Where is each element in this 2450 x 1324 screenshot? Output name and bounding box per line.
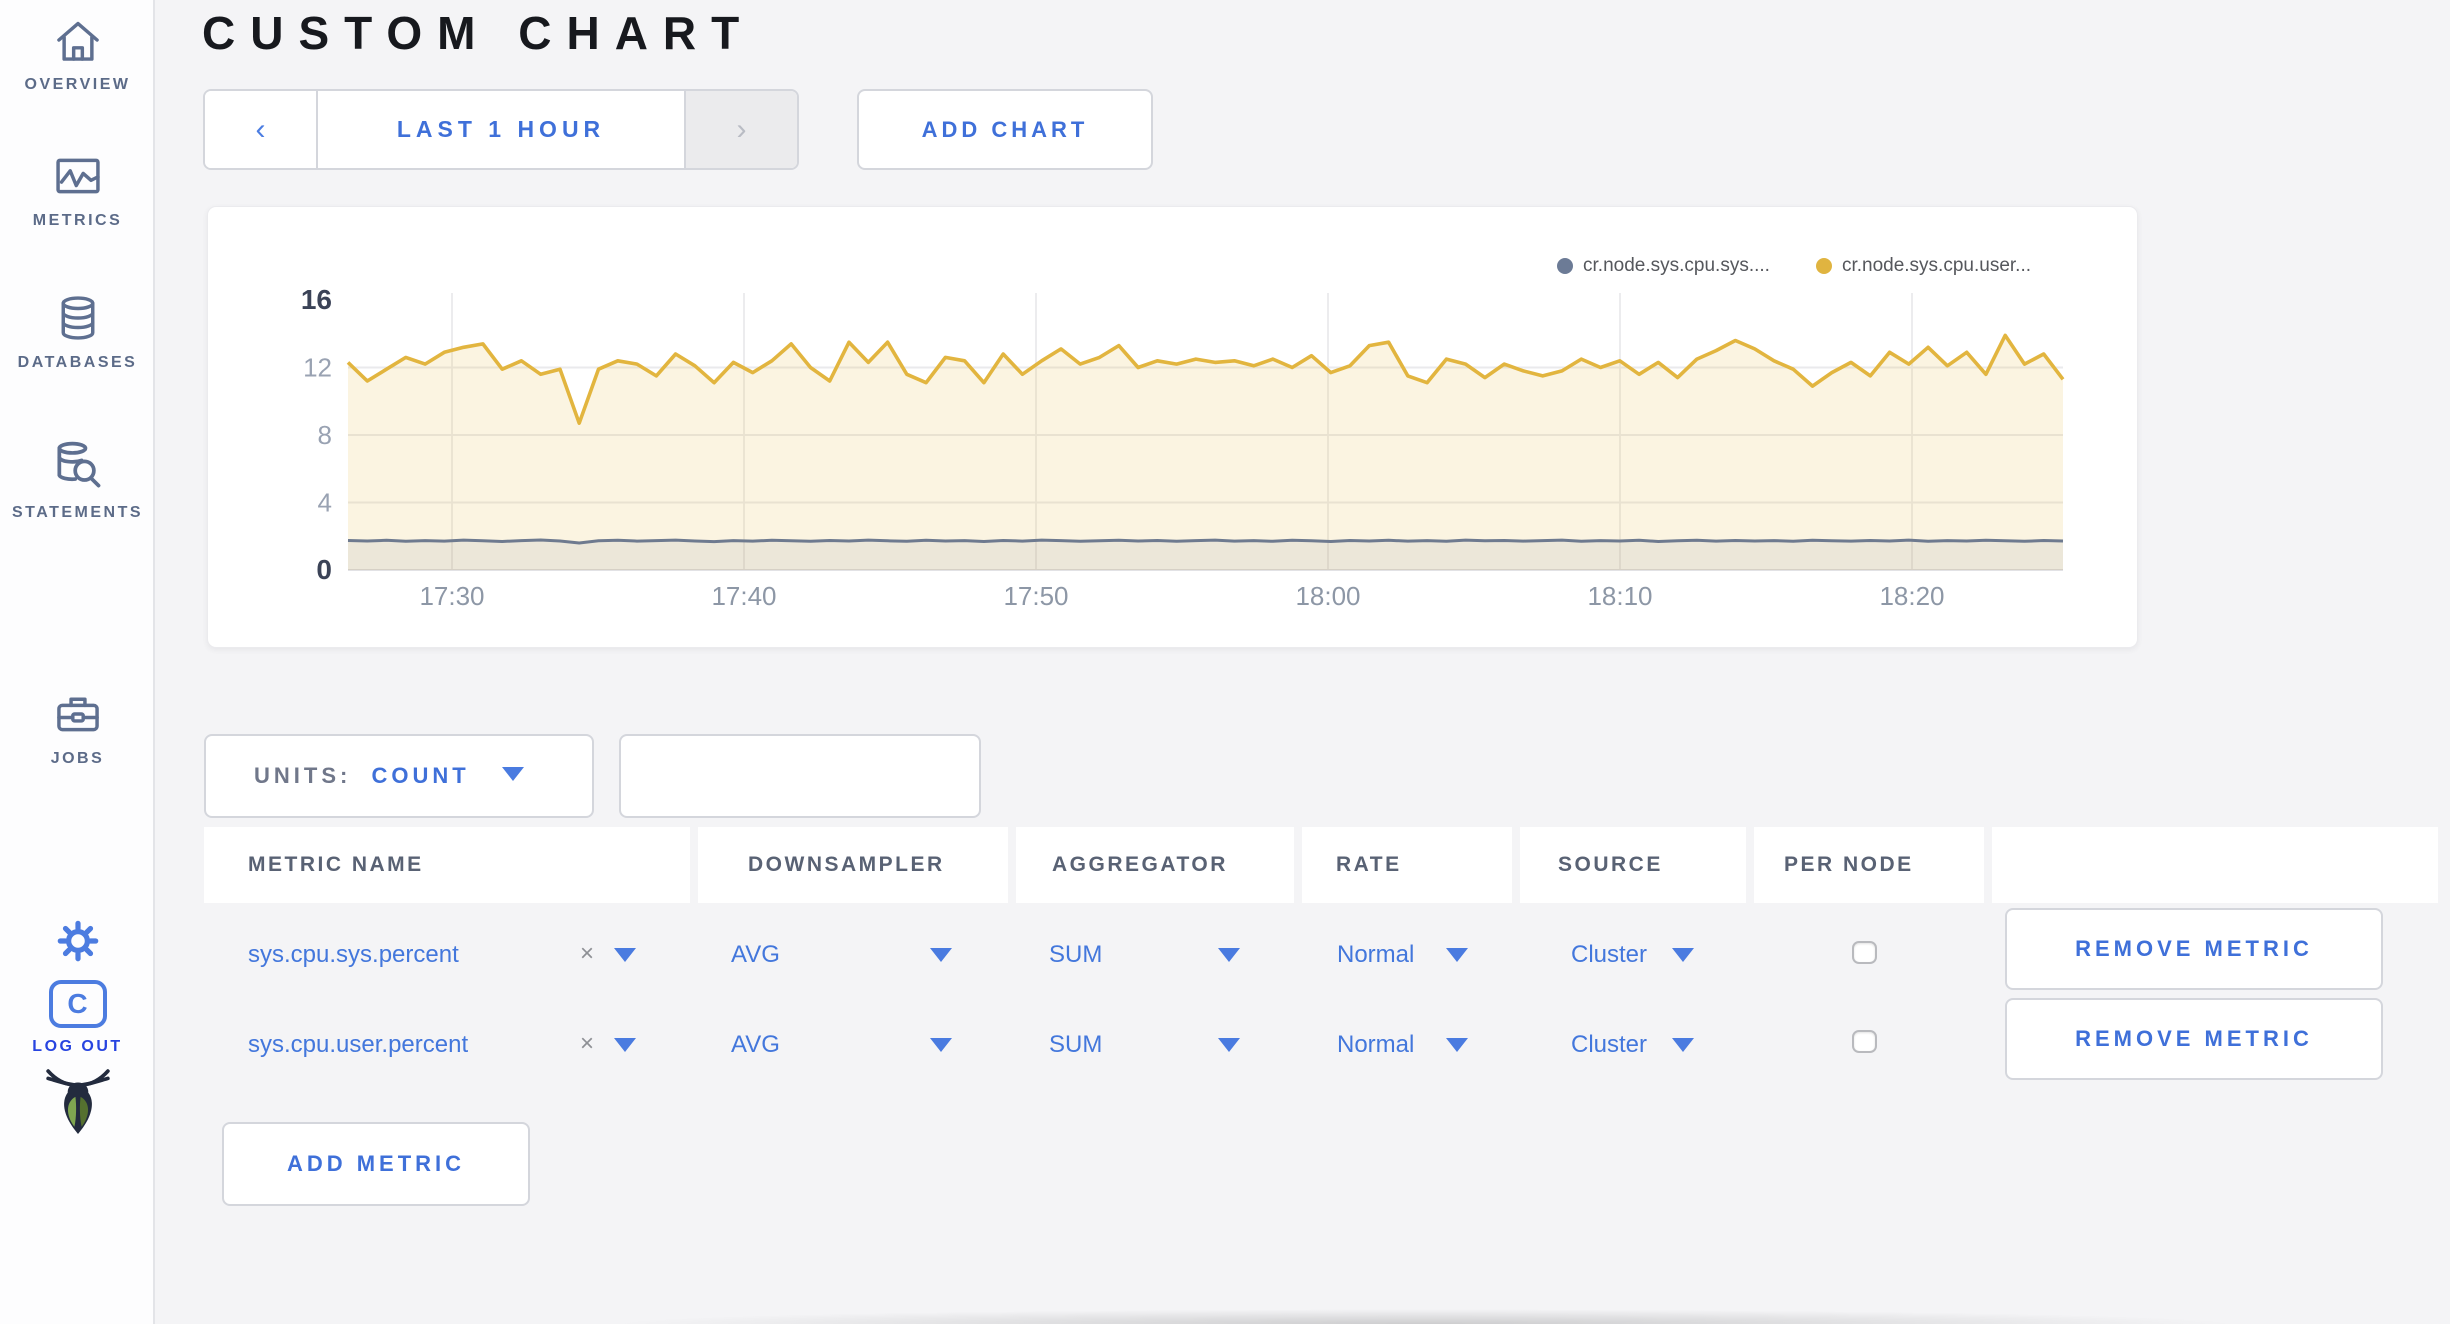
scroll-shadow [400, 1308, 2450, 1324]
units-value: COUNT [371, 763, 470, 788]
time-range-selector: ‹ LAST 1 HOUR › [203, 89, 799, 170]
caret-down-icon[interactable] [930, 948, 952, 962]
column-header-aggregator: AGGREGATOR [1016, 827, 1294, 903]
briefcase-icon [56, 697, 99, 732]
sidebar-item-jobs[interactable]: JOBS [0, 688, 155, 768]
sidebar-item-statements[interactable]: STATEMENTS [0, 438, 155, 522]
caret-down-icon[interactable] [1218, 948, 1240, 962]
per-node-checkbox[interactable] [1852, 1030, 1877, 1053]
svg-text:4: 4 [318, 488, 332, 518]
caret-down-icon[interactable] [614, 948, 636, 962]
page-title: CUSTOM CHART [202, 7, 755, 59]
svg-text:16: 16 [301, 284, 332, 315]
sidebar-item-label: METRICS [32, 212, 123, 229]
column-header-actions [1992, 827, 2438, 903]
svg-text:18:20: 18:20 [1879, 581, 1944, 611]
per-node-checkbox[interactable] [1852, 941, 1877, 964]
svg-text:18:10: 18:10 [1587, 581, 1652, 611]
aggregator-select[interactable]: SUM [1049, 941, 1102, 969]
caret-down-icon [501, 767, 524, 781]
source-select[interactable]: Cluster [1571, 941, 1647, 969]
home-icon [56, 21, 99, 61]
caret-down-icon[interactable] [1446, 948, 1468, 962]
downsampler-select[interactable]: AVG [731, 941, 780, 969]
rate-select[interactable]: Normal [1337, 941, 1414, 969]
svg-text:17:50: 17:50 [1003, 581, 1068, 611]
svg-text:18:00: 18:00 [1295, 581, 1360, 611]
metric-name-select[interactable]: sys.cpu.sys.percent [248, 941, 459, 969]
settings-button[interactable] [0, 916, 155, 966]
source-select[interactable]: Cluster [1571, 1031, 1647, 1059]
svg-text:8: 8 [318, 420, 332, 450]
sidebar-item-metrics[interactable]: METRICS [0, 150, 155, 230]
cockroach-c-icon: C [48, 980, 107, 1028]
svg-text:17:40: 17:40 [711, 581, 776, 611]
sidebar-item-label: JOBS [50, 750, 105, 767]
sidebar-item-label: STATEMENTS [11, 504, 144, 521]
sidebar-item-label: OVERVIEW [24, 76, 131, 93]
time-range-value[interactable]: LAST 1 HOUR [318, 91, 684, 168]
remove-metric-button[interactable]: REMOVE METRIC [2005, 998, 2383, 1080]
custom-chart-page: OVERVIEW METRICS DATABASES STATEMENTS JO… [0, 0, 2450, 1324]
downsampler-select[interactable]: AVG [731, 1031, 780, 1059]
sidebar: OVERVIEW METRICS DATABASES STATEMENTS JO… [0, 0, 155, 1324]
logout-button[interactable]: C LOG OUT [0, 980, 155, 1056]
column-header-per-node: PER NODE [1754, 827, 1984, 903]
caret-down-icon[interactable] [614, 1038, 636, 1052]
rate-select[interactable]: Normal [1337, 1031, 1414, 1059]
sidebar-item-databases[interactable]: DATABASES [0, 292, 155, 372]
svg-text:0: 0 [316, 554, 332, 585]
time-range-next-button[interactable]: › [684, 91, 797, 168]
caret-down-icon[interactable] [1446, 1038, 1468, 1052]
aggregator-select[interactable]: SUM [1049, 1031, 1102, 1059]
sidebar-item-label: DATABASES [17, 354, 138, 371]
clear-metric-icon[interactable]: × [580, 940, 594, 968]
clear-metric-icon[interactable]: × [580, 1030, 594, 1058]
svg-text:12: 12 [303, 353, 332, 383]
time-range-prev-button[interactable]: ‹ [205, 91, 318, 168]
add-metric-button[interactable]: ADD METRIC [222, 1122, 530, 1206]
gear-icon [57, 920, 98, 962]
caret-down-icon[interactable] [1672, 1038, 1694, 1052]
units-label: UNITS: [254, 763, 352, 788]
cockroach-bug-icon [45, 1069, 110, 1134]
remove-metric-button[interactable]: REMOVE METRIC [2005, 908, 2383, 990]
metric-name-select[interactable]: sys.cpu.user.percent [248, 1031, 468, 1059]
logout-label: LOG OUT [32, 1038, 123, 1055]
cpu-usage-chart: 0 4 8 12 16 17:30 17:40 17:50 18:00 18:10 18:20 [301, 284, 2065, 611]
units-dropdown[interactable]: UNITS: COUNT [204, 734, 594, 818]
column-header-rate: RATE [1302, 827, 1512, 903]
add-chart-button[interactable]: ADD CHART [857, 89, 1153, 170]
svg-text:17:30: 17:30 [419, 581, 484, 611]
remove-chart-button[interactable] [619, 734, 981, 818]
database-search-icon [56, 441, 100, 488]
caret-down-icon[interactable] [1218, 1038, 1240, 1052]
caret-down-icon[interactable] [930, 1038, 952, 1052]
chart-card: cr.node.sys.cpu.sys.... cr.node.sys.cpu.… [207, 206, 2138, 648]
caret-down-icon[interactable] [1672, 948, 1694, 962]
column-header-source: SOURCE [1520, 827, 1746, 903]
database-icon [61, 296, 94, 340]
cockroach-logo[interactable] [0, 1066, 155, 1136]
chart-icon [55, 158, 100, 194]
sidebar-item-overview[interactable]: OVERVIEW [0, 14, 155, 94]
column-header-metric-name: METRIC NAME [204, 827, 690, 903]
column-header-downsampler: DOWNSAMPLER [698, 827, 1008, 903]
